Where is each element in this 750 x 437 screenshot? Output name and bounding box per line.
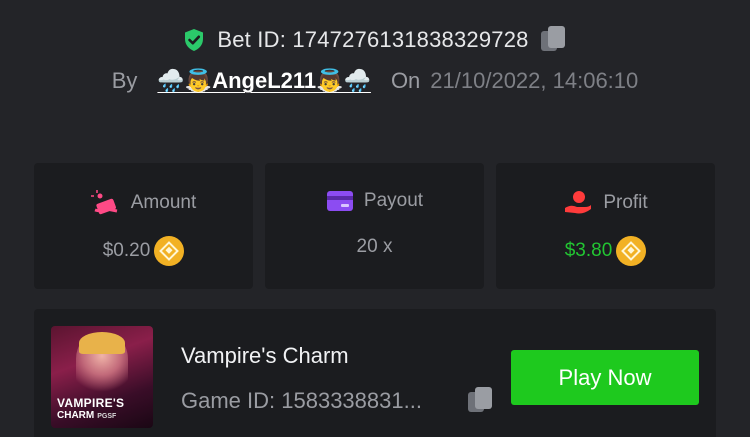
profit-label: Profit <box>603 192 648 213</box>
amount-label: Amount <box>130 192 197 213</box>
bet-id-text: Bet ID: 1747276131838329728 <box>217 27 529 52</box>
bnb-coin-icon <box>154 236 185 266</box>
profit-hand-icon <box>565 191 592 214</box>
bnb-coin-icon <box>616 236 647 266</box>
copy-bet-id-icon[interactable] <box>540 26 567 54</box>
bet-id-row: Bet ID: 1747276131838329728 <box>0 26 750 54</box>
payout-value: 20 x <box>356 236 393 257</box>
bet-author-row: By 🌧️👼AngeL211👼🌧️ On 21/10/2022, 14:06:1… <box>0 68 750 94</box>
username-link[interactable]: 🌧️👼AngeL211👼🌧️ <box>157 68 371 94</box>
game-title[interactable]: Vampire's Charm <box>181 343 349 369</box>
payout-card: Payout 20 x <box>265 163 484 289</box>
game-thumbnail[interactable]: VAMPIRE'S CHARM PGSF <box>51 326 153 428</box>
game-card: VAMPIRE'S CHARM PGSF Vampire's Charm Game… <box>34 309 716 437</box>
profit-card: Profit $3.80 <box>496 163 715 289</box>
on-label: On <box>390 68 421 93</box>
verified-shield-icon <box>185 29 204 51</box>
profit-value: $3.80 <box>564 240 613 261</box>
bet-date: 21/10/2022, 14:06:10 <box>430 68 639 93</box>
payout-card-icon <box>326 191 353 211</box>
payout-label: Payout <box>363 190 424 211</box>
copy-game-id-icon[interactable] <box>468 387 494 415</box>
game-id-text: Game ID: 1583338831... <box>181 388 422 413</box>
by-label: By <box>111 68 138 93</box>
amount-card: Amount $0.20 <box>34 163 253 289</box>
play-now-button[interactable]: Play Now <box>511 350 699 405</box>
thumbnail-title: VAMPIRE'S <box>57 396 125 410</box>
thumbnail-subtitle: CHARM PGSF <box>57 410 117 421</box>
amount-value: $0.20 <box>102 240 151 261</box>
bet-amount-icon <box>90 190 118 215</box>
